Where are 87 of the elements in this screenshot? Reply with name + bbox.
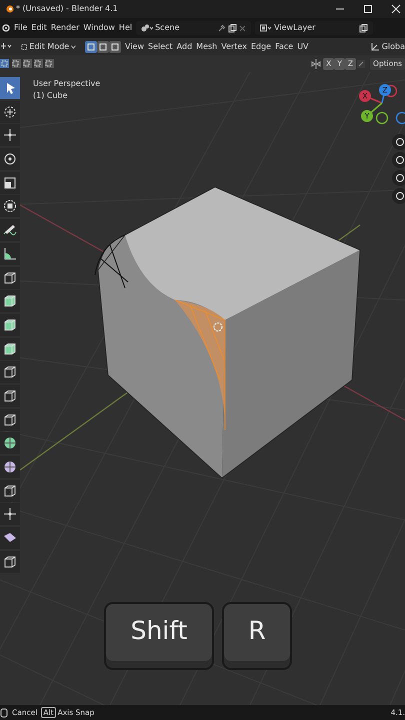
snap-icon[interactable] [356, 58, 366, 68]
menu-item[interactable]: Edge [250, 40, 272, 52]
cube-icon [2, 388, 18, 404]
cube-icon [2, 364, 18, 380]
select-extend-icon[interactable] [11, 58, 22, 69]
move-arrows-icon [2, 506, 18, 522]
menu-item[interactable]: Hel [118, 22, 132, 34]
vertex-select-button[interactable] [85, 40, 97, 52]
menu-item[interactable]: Face [275, 40, 294, 52]
pin-icon[interactable] [218, 24, 226, 32]
scene-icon [141, 24, 154, 32]
tool-button[interactable] [0, 195, 20, 218]
edge-select-button[interactable] [97, 40, 109, 52]
tool-button[interactable] [0, 124, 20, 146]
layers-icon [260, 24, 272, 32]
view-layer-selector[interactable]: ViewLayer [255, 21, 374, 35]
menu-item[interactable]: Select [148, 40, 173, 52]
tool-button[interactable] [0, 172, 20, 194]
rotate-icon [2, 151, 18, 168]
mode-label: Edit Mode [29, 40, 70, 52]
menu-item[interactable]: Render [50, 22, 80, 34]
orientation-label: Globa [382, 40, 405, 52]
object-name: (1) Cube [33, 90, 69, 102]
menu-item[interactable]: Window [83, 22, 115, 34]
tool-button[interactable] [0, 148, 20, 170]
menu-item[interactable]: Edit [31, 22, 47, 34]
cube-icon [2, 412, 18, 428]
axes-icon [370, 42, 380, 51]
tool-button[interactable] [0, 100, 20, 123]
cube-icon [2, 340, 18, 357]
menu-item[interactable]: File [14, 22, 28, 34]
sphere-icon [2, 459, 18, 475]
tool-button[interactable] [0, 384, 20, 407]
tool-button[interactable] [0, 77, 20, 99]
tool-button[interactable] [0, 503, 20, 526]
ruler-icon [2, 246, 18, 262]
scene-name: Scene [155, 22, 180, 34]
tool-button[interactable] [0, 314, 20, 336]
tool-button[interactable] [0, 219, 20, 242]
tool-button[interactable] [0, 242, 20, 265]
view-layer-name: ViewLayer [274, 22, 316, 34]
copy-icon[interactable] [359, 24, 368, 32]
keyboard-key: Shift [104, 602, 214, 670]
sphere-icon [2, 435, 18, 452]
tool-button[interactable] [0, 456, 20, 478]
tool-button[interactable] [0, 432, 20, 454]
tool-button[interactable] [0, 338, 20, 360]
transform-icon [2, 198, 18, 214]
menu-item[interactable]: Mesh [196, 40, 218, 52]
mirror-icon[interactable] [311, 58, 322, 68]
tool-button[interactable] [0, 361, 20, 384]
crosshair-icon [2, 104, 18, 120]
cube-icon [2, 270, 18, 286]
menu-item[interactable]: View [125, 40, 144, 52]
move-arrows-icon [2, 127, 18, 144]
tool-button[interactable] [0, 290, 20, 312]
keyboard-key: R [222, 602, 292, 670]
scale-icon [2, 174, 18, 191]
orientation-dropdown[interactable]: Globa [370, 40, 405, 52]
gizmo-negative-handle[interactable] [396, 112, 405, 124]
select-subtract-icon[interactable] [22, 58, 33, 69]
view-name: User Perspective [33, 78, 100, 90]
mesh-icon [21, 42, 28, 50]
cube-icon [2, 554, 18, 570]
menu-item[interactable]: Vertex [221, 40, 247, 52]
select-box-icon[interactable] [0, 58, 11, 69]
face-select-button[interactable] [109, 40, 121, 52]
editor-type-icon[interactable] [0, 42, 12, 51]
cube-icon [2, 316, 18, 333]
menu-item[interactable]: Add [176, 40, 192, 52]
tool-button[interactable] [0, 527, 20, 550]
scene-selector[interactable]: Scene [136, 21, 252, 35]
maximize-icon[interactable] [363, 4, 373, 14]
mouse-icon [0, 708, 8, 718]
gizmo-negative-handle[interactable] [376, 112, 388, 124]
caret-icon [71, 44, 76, 48]
cube-icon [2, 482, 18, 499]
copy-icon[interactable] [228, 24, 238, 32]
tool-button[interactable] [0, 266, 20, 288]
tool-button[interactable] [0, 550, 20, 573]
menu-item[interactable]: UV [297, 40, 309, 52]
tool-button[interactable] [0, 480, 20, 502]
cube-icon [2, 293, 18, 310]
window-title: * (Unsaved) - Blender 4.1 [16, 3, 119, 15]
select-invert-icon[interactable] [33, 58, 44, 69]
select-intersect-icon[interactable] [44, 58, 55, 69]
tool-button[interactable] [0, 408, 20, 431]
